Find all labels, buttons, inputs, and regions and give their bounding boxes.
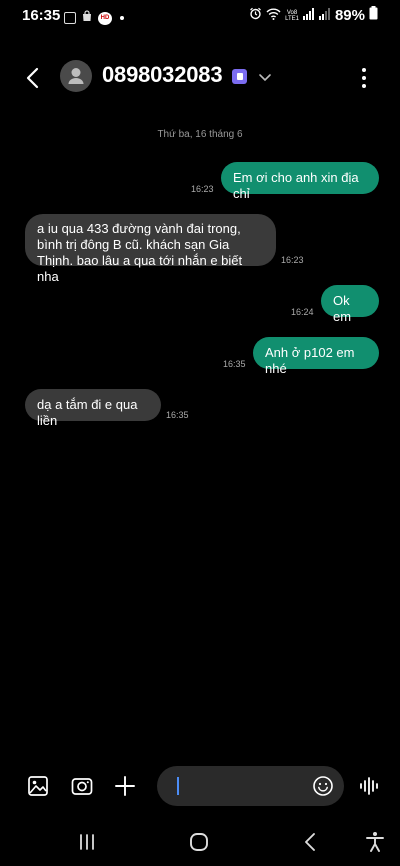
lte-label: LTE1 [285, 15, 299, 22]
back-button[interactable] [20, 64, 48, 92]
system-navigation-bar [0, 822, 400, 862]
message-bubble-incoming[interactable]: a iu qua 433 đường vành đai trong, bình … [25, 214, 276, 284]
more-options-button[interactable] [356, 66, 372, 90]
emoji-button[interactable] [312, 775, 334, 797]
add-attachment-button[interactable] [113, 774, 137, 798]
conversation-header: 0898032083 [0, 56, 400, 102]
alarm-icon [249, 7, 262, 25]
gallery-button[interactable] [26, 774, 50, 798]
accessibility-button[interactable] [363, 830, 387, 854]
person-icon [68, 68, 84, 84]
message-bubble-outgoing[interactable]: Ok em [321, 285, 379, 324]
image-icon [28, 776, 48, 796]
chevron-down-icon [259, 74, 271, 82]
more-vertical-icon [362, 68, 366, 72]
signal-icon [302, 7, 315, 25]
emoji-icon [313, 776, 333, 796]
wifi-icon [266, 7, 281, 25]
message-bubble-outgoing[interactable]: Em ơi cho anh xin địa chỉ [221, 162, 379, 201]
hd-icon: HD [98, 11, 112, 25]
voice-input-button[interactable] [357, 774, 381, 798]
back-nav-button[interactable] [299, 830, 323, 854]
more-notifications-dot [120, 16, 124, 20]
signal-icon [318, 7, 331, 25]
contact-dropdown-button[interactable] [258, 70, 272, 84]
more-vertical-icon [362, 84, 366, 88]
sim-icon [232, 69, 247, 84]
battery-percent: 89% [334, 7, 365, 24]
accessibility-icon [366, 832, 384, 852]
recents-button[interactable] [75, 830, 99, 854]
home-icon [190, 833, 208, 851]
back-icon [305, 833, 315, 851]
status-time: 16:35 [22, 7, 61, 24]
bag-icon [81, 9, 93, 27]
chevron-left-icon [26, 67, 39, 89]
message-bubble-incoming[interactable]: dạ a tắm đi e qua liền [25, 389, 161, 428]
message-timestamp: 16:35 [223, 359, 246, 369]
home-button[interactable] [187, 830, 211, 854]
system-icons: Vo8 LTE1 89% [249, 6, 378, 25]
message-timestamp: 16:23 [281, 255, 304, 265]
plus-icon [115, 776, 135, 796]
camera-button[interactable] [70, 774, 94, 798]
text-cursor [177, 777, 179, 795]
battery-icon [369, 6, 378, 25]
gallery-icon [64, 12, 76, 24]
message-bubble-outgoing[interactable]: Anh ở p102 em nhé [253, 337, 379, 376]
avatar[interactable] [60, 60, 92, 92]
message-input[interactable] [157, 766, 344, 806]
voice-wave-icon [360, 777, 378, 795]
volte-icon: Vo8 LTE1 [285, 10, 299, 22]
notification-icons: HD [64, 9, 124, 27]
date-separator: Thứ ba, 16 tháng 6 [157, 129, 243, 140]
status-bar: 16:35 HD Vo8 LTE1 89% [0, 0, 400, 30]
contact-name[interactable]: 0898032083 [102, 62, 223, 88]
recents-icon [80, 834, 94, 850]
message-composer [0, 764, 400, 808]
message-timestamp: 16:23 [191, 184, 214, 194]
message-timestamp: 16:35 [166, 410, 189, 420]
camera-icon [71, 778, 93, 795]
message-timestamp: 16:24 [291, 307, 314, 317]
more-vertical-icon [362, 76, 366, 80]
